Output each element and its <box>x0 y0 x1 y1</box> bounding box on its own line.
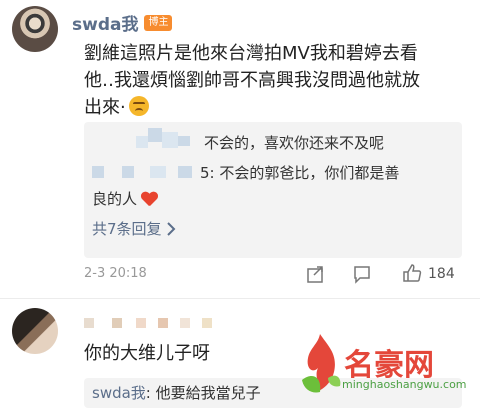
comment-text-line: 他‥我還煩惱劉帥哥不高興我沒問過他就放 <box>84 70 421 91</box>
reply-text: 5: 不会的郭爸比，你们都是善 <box>200 164 400 182</box>
comment-text-line: 劉維這照片是他來台灣拍MV我和碧婷去看 <box>84 43 418 64</box>
heart-icon <box>141 192 157 206</box>
sad-emoji-icon <box>128 96 149 116</box>
like-count: 184 <box>428 266 455 282</box>
author-badge: 博主 <box>144 14 173 31</box>
comment-author[interactable]: swda我 <box>72 10 138 35</box>
avatar[interactable] <box>12 308 58 354</box>
watermark-logo-icon <box>302 334 341 393</box>
reply-text: swda我: 他要給我當兒子 <box>92 384 261 402</box>
comment-text-line: 出來· <box>84 94 474 121</box>
reply-text: 良的人 <box>92 186 157 212</box>
reply-author[interactable]: swda我 <box>92 384 146 402</box>
comment-author-row: swda我 博主 <box>72 10 173 35</box>
comment-icon[interactable] <box>352 264 372 284</box>
redacted-username <box>84 316 244 330</box>
more-replies-link[interactable]: 共7条回复 <box>92 218 176 239</box>
redacted-username <box>92 162 202 182</box>
comment-text: 劉維這照片是他來台灣拍MV我和碧婷去看 他‥我還煩惱劉帥哥不高興我沒問過他就放 … <box>84 40 474 121</box>
comment-text: 你的大维儿子呀 <box>84 343 210 364</box>
comment-timestamp: 2-3 20:18 <box>84 266 147 281</box>
redacted-username <box>136 124 192 154</box>
avatar[interactable] <box>12 6 58 52</box>
share-icon[interactable] <box>306 264 326 284</box>
reply-text: 不会的，喜欢你还来不及呢 <box>204 134 385 152</box>
watermark-url: minghaoshangwu.com <box>342 378 467 391</box>
divider <box>0 298 480 299</box>
chevron-right-icon <box>166 221 175 236</box>
like-icon[interactable] <box>402 263 422 283</box>
